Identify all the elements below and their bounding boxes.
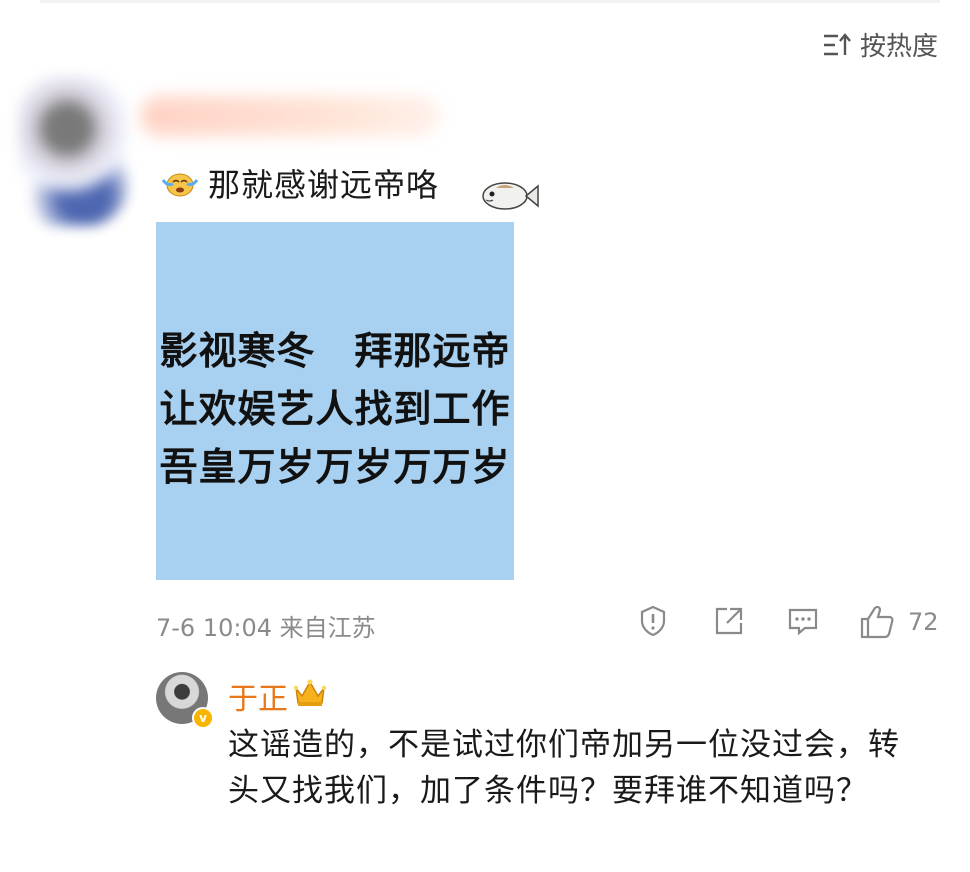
crying-face-emoji: [160, 168, 200, 198]
share-icon[interactable]: [712, 604, 746, 642]
image-text-line-2: 让欢娱艺人找到工作: [159, 387, 511, 431]
comment-icon[interactable]: [786, 604, 820, 642]
commenter-avatar[interactable]: [18, 76, 128, 226]
report-icon[interactable]: [636, 604, 670, 642]
commenter-name[interactable]: [140, 96, 440, 136]
top-divider: [40, 0, 940, 3]
sort-icon: [822, 32, 852, 58]
comment-text: 那就感谢远帝咯: [208, 166, 440, 204]
reply-text: 这谣造的，不是试过你们帝加另一位没过会，转头又找我们，加了条件吗？要拜谁不知道吗…: [228, 727, 900, 809]
image-text-line-3: 吾皇万岁万岁万万岁: [159, 445, 511, 489]
comment-text-row: 那就感谢远帝咯: [160, 160, 439, 206]
comment-image[interactable]: 影视寒冬 拜那远帝 让欢娱艺人找到工作 吾皇万岁万岁万万岁: [156, 222, 514, 580]
image-text-line-1: 影视寒冬 拜那远帝: [159, 329, 511, 373]
like-icon[interactable]: [858, 604, 896, 644]
fish-emoji: [478, 176, 540, 220]
comment-meta: 7-6 10:04 来自江苏: [156, 614, 376, 642]
crown-emoji: [292, 676, 328, 712]
reply-author-name[interactable]: 于正: [228, 674, 288, 718]
verified-badge-icon: v: [192, 707, 214, 729]
sort-by-hot-button[interactable]: 按热度: [822, 26, 938, 63]
like-count: 72: [908, 608, 939, 636]
sort-label: 按热度: [859, 32, 938, 62]
